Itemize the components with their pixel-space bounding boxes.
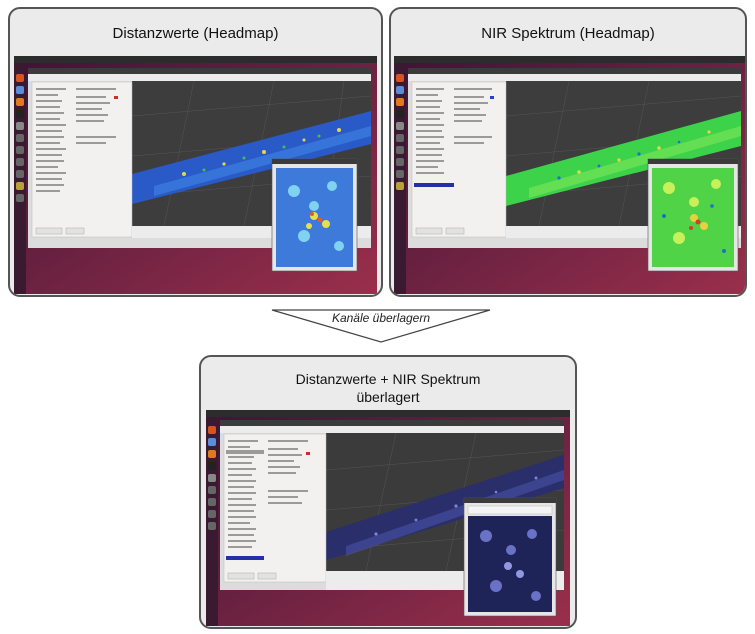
combined-panel: Distanzwerte + NIR Spektrum überlagert xyxy=(199,355,577,629)
combined-screenshot xyxy=(206,410,570,626)
nir-panel-title: NIR Spektrum (Headmap) xyxy=(481,25,655,42)
distance-panel-title: Distanzwerte (Headmap) xyxy=(112,25,279,42)
distance-panel: Distanzwerte (Headmap) xyxy=(8,7,383,297)
launcher-icons xyxy=(16,74,24,202)
distance-screenshot xyxy=(14,56,377,294)
nir-panel: NIR Spektrum (Headmap) xyxy=(389,7,747,297)
combined-panel-title-line2: überlagert xyxy=(356,389,420,405)
files-icon[interactable] xyxy=(16,86,24,94)
overlay-arrow-label: Kanäle überlagern xyxy=(331,311,431,325)
overlay-arrow: Kanäle überlagern xyxy=(268,302,494,346)
nir-sidebar xyxy=(411,81,507,238)
terminal-icon[interactable] xyxy=(16,110,24,118)
settings-icon[interactable] xyxy=(16,122,24,130)
browser-icon[interactable] xyxy=(16,98,24,106)
ubuntu-launcher-icon[interactable] xyxy=(16,74,24,82)
nir-screenshot xyxy=(394,56,745,294)
visualization-sidebar xyxy=(31,81,133,238)
combined-panel-title-line1: Distanzwerte + NIR Spektrum xyxy=(295,371,481,387)
